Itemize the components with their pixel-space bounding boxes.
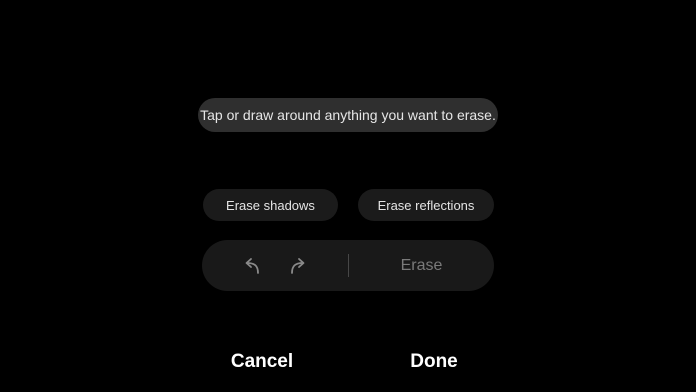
erase-reflections-label: Erase reflections [377, 197, 475, 213]
erase-button-label: Erase [400, 256, 443, 274]
erase-hint-text: Tap or draw around anything you want to … [200, 107, 496, 123]
erase-reflections-button[interactable]: Erase reflections [358, 189, 494, 221]
erase-shadows-button[interactable]: Erase shadows [203, 189, 338, 221]
undo-icon[interactable] [239, 253, 265, 279]
erase-hint-tooltip: Tap or draw around anything you want to … [198, 98, 498, 132]
redo-icon[interactable] [285, 253, 311, 279]
erase-button[interactable]: Erase [349, 240, 494, 291]
erase-shadows-label: Erase shadows [226, 197, 315, 213]
done-button[interactable]: Done [384, 346, 484, 378]
cancel-button[interactable]: Cancel [212, 346, 312, 378]
cancel-button-label: Cancel [230, 351, 294, 372]
erase-toolbar: Erase [202, 240, 494, 291]
done-button-label: Done [410, 351, 458, 372]
